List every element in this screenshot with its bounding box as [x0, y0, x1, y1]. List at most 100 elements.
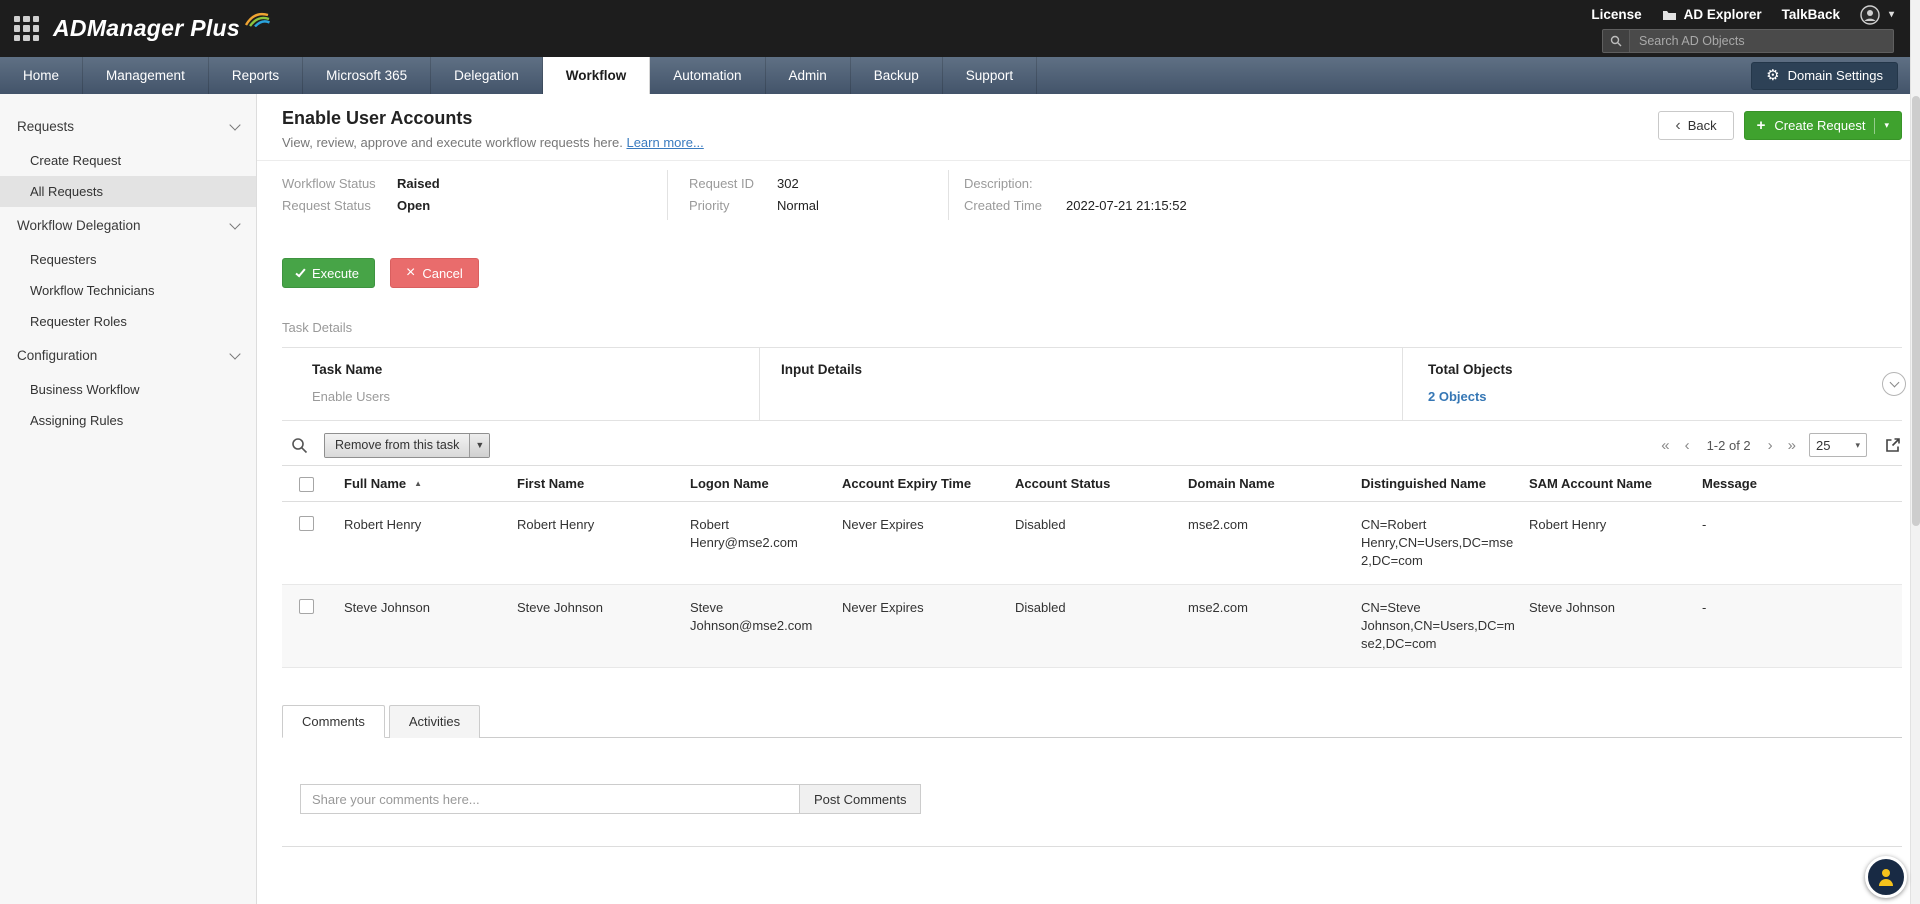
nav-tab-reports[interactable]: Reports — [209, 57, 304, 94]
column-header-message[interactable]: Message — [1702, 466, 1902, 502]
table-row: Steve Johnson Steve Johnson Steve Johnson@… — [282, 584, 1902, 668]
remove-from-task-button[interactable]: Remove from this task ▼ — [324, 432, 491, 458]
sidebar-item-create-request[interactable]: Create Request — [0, 145, 256, 176]
cell-distinguished-name: CN=Robert Henry,CN=Users,DC=mse2,DC=com — [1361, 501, 1529, 585]
column-header-distinguished-name[interactable]: Distinguished Name — [1361, 466, 1529, 502]
admanager-plus-logo[interactable]: ADManager Plus — [53, 12, 270, 42]
sidebar-item-requesters[interactable]: Requesters — [0, 244, 256, 275]
first-page-button[interactable]: « — [1659, 438, 1671, 453]
next-page-button[interactable]: › — [1766, 438, 1775, 453]
sidebar-item-assigning-rules[interactable]: Assigning Rules — [0, 405, 256, 436]
column-header-full-name[interactable]: Full Name ▲ — [344, 466, 517, 502]
cell-full-name: Steve Johnson — [344, 584, 517, 668]
sidebar-section-workflow-delegation[interactable]: Workflow Delegation — [0, 207, 256, 244]
comments-section: CommentsActivities Post Comments — [282, 704, 1902, 847]
column-label: Account Status — [1015, 476, 1111, 491]
cell-account-expiry-time: Never Expires — [842, 584, 1015, 668]
row-checkbox[interactable] — [299, 599, 314, 614]
sidebar-item-all-requests[interactable]: All Requests — [0, 176, 256, 207]
cell-logon-name: Robert Henry@mse2.com — [690, 501, 842, 585]
learn-more-link[interactable]: Learn more... — [626, 135, 703, 150]
chat-support-button[interactable] — [1865, 856, 1907, 898]
task-summary: Task Name Enable Users Input Details Tot… — [282, 347, 1906, 421]
column-header-first-name[interactable]: First Name — [517, 466, 690, 502]
objects-table-head-row: Full Name ▲ First Name Logon Name Account Ex… — [282, 466, 1902, 502]
brand-text: ADManager Plus — [53, 15, 240, 41]
column-header-account-expiry-time[interactable]: Account Expiry Time — [842, 466, 1015, 502]
nav-tab-workflow[interactable]: Workflow — [542, 57, 651, 94]
total-objects-link[interactable]: 2 Objects — [1428, 389, 1487, 404]
execute-button[interactable]: Execute — [282, 258, 375, 288]
table-search-icon[interactable] — [291, 437, 308, 454]
nav-tab-backup[interactable]: Backup — [851, 57, 943, 94]
row-checkbox[interactable] — [299, 516, 314, 531]
ad-search — [1602, 28, 1894, 53]
logo-swoosh-icon — [244, 12, 270, 27]
cell-message: - — [1702, 584, 1902, 668]
request-status-value: Open — [397, 198, 431, 213]
created-time-label: Created Time — [964, 198, 1043, 213]
cell-account-status: Disabled — [1015, 501, 1188, 585]
sidebar-item-workflow-technicians[interactable]: Workflow Technicians — [0, 275, 256, 306]
sidebar-item-business-workflow[interactable]: Business Workflow — [0, 374, 256, 405]
sort-asc-icon: ▲ — [414, 479, 423, 488]
chevron-down-icon — [229, 118, 241, 131]
column-label: SAM Account Name — [1529, 476, 1653, 491]
column-header-logon-name[interactable]: Logon Name — [690, 466, 842, 502]
sidebar-sections: Requests Create Request All Requests Workfl… — [0, 108, 256, 436]
comment-input[interactable] — [300, 784, 800, 814]
domain-settings-button[interactable]: ⚙ Domain Settings — [1751, 61, 1898, 90]
nav-tab-home[interactable]: Home — [0, 57, 84, 94]
chevron-down-icon — [229, 347, 241, 360]
user-avatar-icon — [1860, 4, 1880, 25]
cell-account-status: Disabled — [1015, 584, 1188, 668]
cell-full-name: Robert Henry — [344, 501, 517, 585]
cell-sam-account-name: Steve Johnson — [1529, 584, 1702, 668]
prev-page-button[interactable]: ‹ — [1683, 438, 1692, 453]
nav-tab-support[interactable]: Support — [943, 57, 1038, 94]
page-subtitle: View, review, approve and execute workfl… — [282, 135, 704, 150]
scrollbar-thumb[interactable] — [1912, 96, 1920, 526]
tab-comments[interactable]: Comments — [282, 705, 385, 738]
export-icon[interactable] — [1884, 436, 1902, 454]
talkback-link[interactable]: TalkBack — [1782, 7, 1840, 22]
request-status-label: Request Status — [282, 198, 371, 213]
nav-tab-management[interactable]: Management — [83, 57, 209, 94]
topbar: ADManager Plus License AD Explorer TalkB… — [0, 0, 1920, 57]
nav-tab-admin[interactable]: Admin — [766, 57, 851, 94]
last-page-button[interactable]: » — [1786, 438, 1798, 453]
cell-account-expiry-time: Never Expires — [842, 501, 1015, 585]
nav-tab-automation[interactable]: Automation — [650, 57, 766, 94]
license-link[interactable]: License — [1591, 7, 1641, 22]
sidebar-section-configuration[interactable]: Configuration — [0, 337, 256, 374]
objects-table-body: Robert Henry Robert Henry Robert Henry@mse… — [282, 501, 1902, 668]
back-button[interactable]: ‹ Back — [1658, 111, 1734, 140]
page-scrollbar[interactable] — [1910, 0, 1920, 904]
chevron-down-icon: ▾ — [1884, 120, 1889, 130]
nav-tab-delegation[interactable]: Delegation — [431, 57, 543, 94]
page-size-select[interactable]: 25 ▾ — [1809, 433, 1867, 457]
user-menu[interactable]: ▾ — [1860, 4, 1894, 25]
column-header-domain-name[interactable]: Domain Name — [1188, 466, 1361, 502]
chevron-left-icon: ‹ — [1675, 116, 1681, 134]
ad-explorer-link[interactable]: AD Explorer — [1662, 7, 1762, 22]
nav-tab-microsoft-365[interactable]: Microsoft 365 — [303, 57, 432, 94]
tab-activities[interactable]: Activities — [388, 705, 481, 738]
nav-tabs: Home Management Reports Microsoft 365 Delega… — [0, 57, 1038, 94]
search-input[interactable] — [1630, 33, 1893, 48]
close-icon: × — [405, 263, 416, 281]
search-icon[interactable] — [1603, 29, 1630, 52]
collapse-chevron-button[interactable] — [1882, 372, 1906, 396]
request-id-label: Request ID — [689, 176, 755, 191]
cancel-button[interactable]: × Cancel — [389, 258, 479, 288]
sidebar-item-requester-roles[interactable]: Requester Roles — [0, 306, 256, 337]
column-header-account-status[interactable]: Account Status — [1015, 466, 1188, 502]
create-request-button[interactable]: + Create Request ▾ — [1743, 111, 1902, 140]
cell-logon-name: Steve Johnson@mse2.com — [690, 584, 842, 668]
post-comments-button[interactable]: Post Comments — [800, 784, 922, 814]
column-header-sam-account-name[interactable]: SAM Account Name — [1529, 466, 1702, 502]
apps-grid-icon[interactable] — [14, 16, 39, 41]
workflow-status-value: Raised — [397, 176, 440, 191]
select-all-checkbox[interactable] — [299, 477, 314, 492]
sidebar-section-requests[interactable]: Requests — [0, 108, 256, 145]
